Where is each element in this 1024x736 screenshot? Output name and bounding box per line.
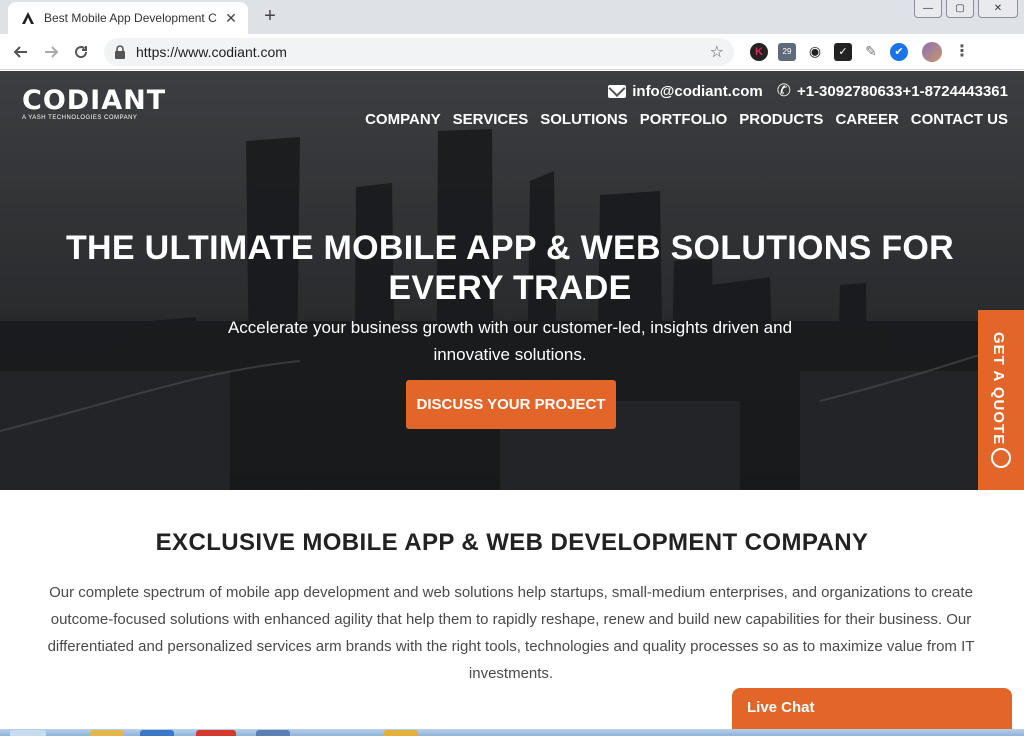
section-description: Our complete spectrum of mobile app deve…	[47, 584, 975, 682]
main-navigation: COMPANY SERVICES SOLUTIONS PORTFOLIO PRO…	[365, 111, 1008, 128]
email-contact[interactable]: info@codiant.com	[608, 82, 763, 100]
discuss-project-button[interactable]: DISCUSS YOUR PROJECT	[406, 380, 616, 429]
nav-services[interactable]: SERVICES	[453, 111, 529, 128]
mail-icon	[608, 84, 627, 98]
verified-extension-icon[interactable]: ✔	[890, 42, 908, 61]
close-window-button[interactable]: ✕	[978, 0, 1018, 18]
profile-avatar[interactable]	[922, 41, 942, 62]
new-tab-button[interactable]: +	[258, 6, 282, 28]
nav-contact-us[interactable]: CONTACT US	[911, 111, 1008, 128]
brush-extension-icon[interactable]: ✎	[862, 42, 880, 61]
forward-button[interactable]	[36, 37, 66, 67]
lock-icon	[114, 44, 126, 59]
checklist-extension-icon[interactable]: ✓	[834, 42, 852, 61]
calendar-extension-icon[interactable]: 29	[778, 42, 796, 61]
restore-button[interactable]: ▢	[946, 0, 974, 18]
hero-banner: CODIANT A YASH TECHNOLOGIES COMPANY info…	[0, 71, 1024, 490]
tab-title: Best Mobile App Development C	[44, 11, 217, 25]
contact-bar: info@codiant.com ✆ +1-3092780633+1-87244…	[608, 81, 1008, 101]
phone-icon: ✆	[776, 81, 791, 100]
browser-tab[interactable]: Best Mobile App Development C ✕	[8, 2, 248, 34]
phone-contact[interactable]: ✆ +1-3092780633+1-8724443361	[777, 81, 1008, 101]
logo-wordmark: CODIANT	[22, 85, 167, 116]
url-text: https://www.codiant.com	[136, 43, 287, 60]
back-button[interactable]	[6, 37, 36, 67]
bookmark-star-icon[interactable]: ☆	[710, 42, 724, 62]
taskbar-item[interactable]	[196, 730, 236, 736]
taskbar-item[interactable]	[90, 730, 124, 736]
camera-extension-icon[interactable]: ◉	[806, 42, 824, 61]
nav-portfolio[interactable]: PORTFOLIO	[640, 111, 728, 128]
browser-toolbar: https://www.codiant.com ☆ K 29 ◉ ✓ ✎ ✔ ⋮	[0, 34, 1024, 70]
live-chat-button[interactable]: Live Chat	[732, 688, 1012, 730]
extensions-row: K 29 ◉ ✓ ✎ ✔ ⋮	[750, 41, 972, 62]
minimize-button[interactable]: —	[914, 0, 942, 18]
k-extension-icon[interactable]: K	[750, 42, 768, 61]
hero-title: THE ULTIMATE MOBILE APP & WEB SOLUTIONS …	[65, 229, 955, 307]
hero-subtitle: Accelerate your business growth with our…	[227, 318, 793, 364]
taskbar-item[interactable]	[384, 730, 418, 736]
get-a-quote-label: GET A QUOTE	[990, 332, 1007, 446]
taskbar-item[interactable]	[140, 730, 174, 736]
get-a-quote-tab[interactable]: GET A QUOTE	[978, 310, 1024, 490]
codiant-favicon-icon	[20, 10, 36, 26]
phone-text: +1-3092780633+1-8724443361	[796, 82, 1008, 100]
tab-strip: Best Mobile App Development C ✕ + — ▢ ✕	[0, 0, 1024, 34]
tab-close-icon[interactable]: ✕	[222, 9, 240, 27]
browser-menu-icon[interactable]: ⋮	[952, 43, 972, 60]
reload-icon	[75, 45, 88, 58]
taskbar-item[interactable]	[10, 730, 46, 736]
quote-chat-icon	[991, 448, 1011, 468]
codiant-logo[interactable]: CODIANT A YASH TECHNOLOGIES COMPANY	[22, 85, 166, 121]
nav-company[interactable]: COMPANY	[365, 111, 441, 128]
nav-career[interactable]: CAREER	[835, 111, 898, 128]
forward-arrow-icon	[45, 45, 59, 58]
taskbar-item[interactable]	[256, 730, 290, 736]
back-arrow-icon	[13, 45, 27, 58]
address-bar[interactable]: https://www.codiant.com ☆	[104, 37, 734, 66]
nav-solutions[interactable]: SOLUTIONS	[540, 111, 628, 128]
window-controls: — ▢ ✕	[914, 0, 1018, 18]
nav-products[interactable]: PRODUCTS	[739, 111, 823, 128]
os-taskbar	[0, 729, 1024, 736]
section-title: EXCLUSIVE MOBILE APP & WEB DEVELOPMENT C…	[155, 529, 869, 556]
email-text: info@codiant.com	[632, 82, 763, 100]
reload-button[interactable]	[66, 37, 96, 67]
